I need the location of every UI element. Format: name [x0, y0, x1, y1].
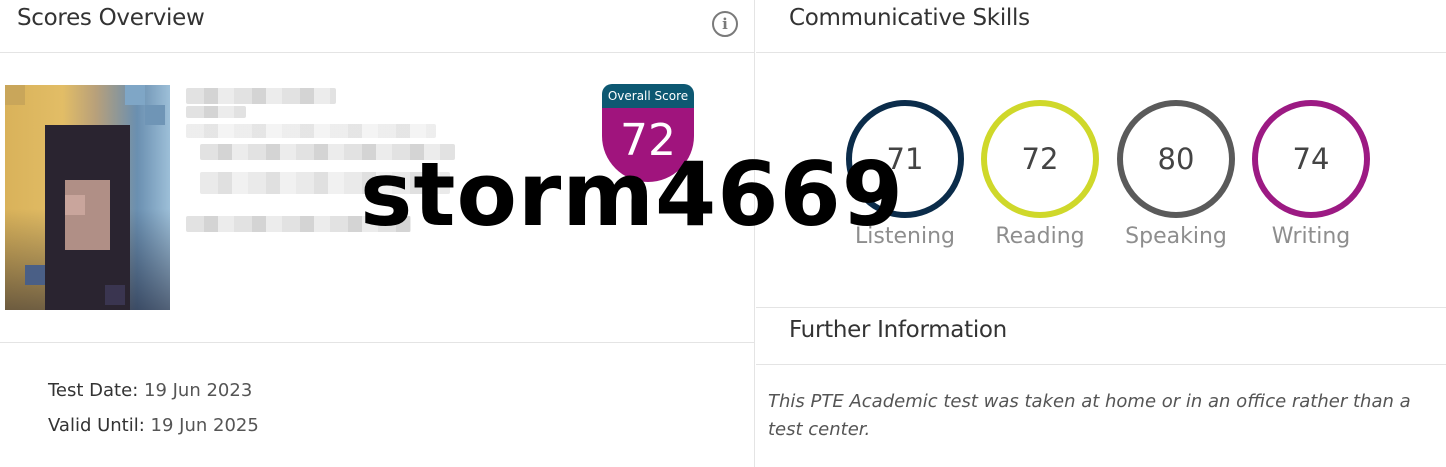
test-date-value: 19 Jun 2023 — [144, 380, 253, 401]
divider — [756, 364, 1446, 365]
valid-until-row: Valid Until: 19 Jun 2025 — [48, 415, 259, 436]
scores-overview-title: Scores Overview — [17, 5, 205, 31]
further-information-title: Further Information — [789, 317, 1007, 343]
candidate-photo — [5, 85, 170, 310]
skill-label: Writing — [1271, 224, 1351, 249]
communicative-skills-title: Communicative Skills — [789, 5, 1030, 31]
divider — [0, 52, 755, 53]
further-information-text: This PTE Academic test was taken at home… — [768, 391, 1411, 440]
watermark-text: storm4669 — [360, 143, 904, 246]
skill-score: 74 — [1292, 142, 1330, 176]
skill-label: Reading — [995, 224, 1085, 249]
valid-until-label: Valid Until — [48, 415, 139, 436]
test-date-label: Test Date — [48, 380, 133, 401]
divider — [756, 52, 1446, 53]
info-icon[interactable]: i — [712, 11, 738, 37]
skill-score: 80 — [1157, 142, 1195, 176]
skill-reading: 72 Reading — [981, 100, 1099, 260]
divider — [756, 307, 1446, 308]
skill-score: 72 — [1021, 142, 1059, 176]
valid-until-value: 19 Jun 2025 — [150, 415, 259, 436]
divider — [0, 342, 755, 343]
skill-speaking: 80 Speaking — [1117, 100, 1235, 260]
test-date-row: Test Date: 19 Jun 2023 — [48, 380, 253, 401]
overall-score-label: Overall Score — [602, 84, 694, 108]
skill-writing: 74 Writing — [1252, 100, 1370, 260]
